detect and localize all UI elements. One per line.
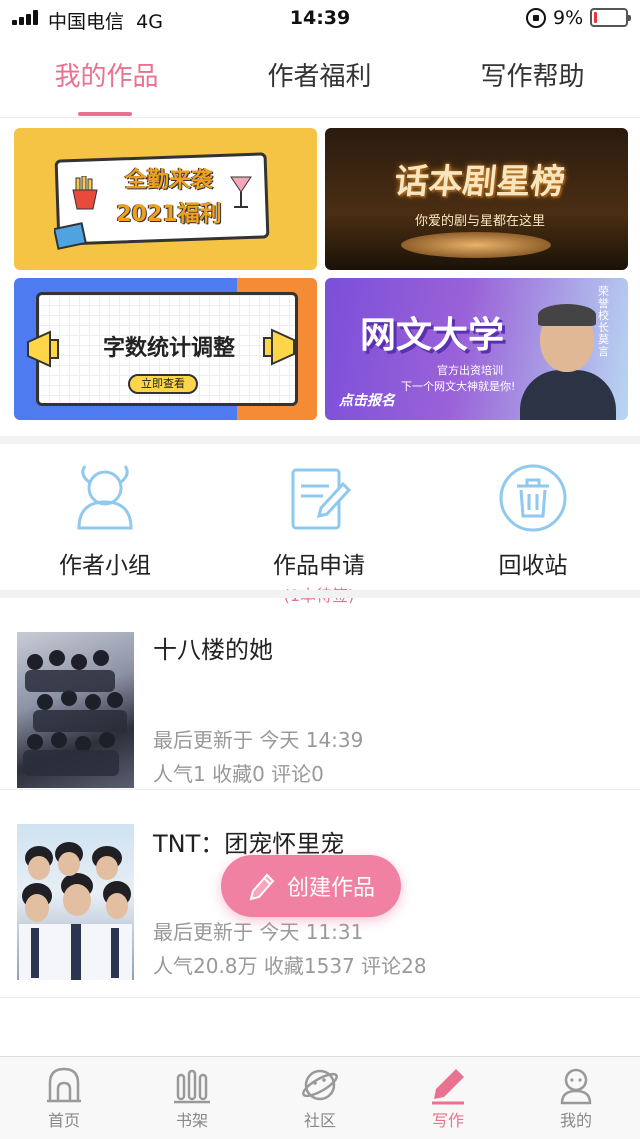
banner-title: 字数统计调整 [102, 336, 235, 361]
nav-write[interactable]: 写作 [384, 1065, 512, 1131]
author-group-icon [77, 465, 133, 530]
view-now-button[interactable]: 立即查看 [128, 374, 198, 394]
nav-label: 写作 [431, 1111, 464, 1130]
community-icon [302, 1069, 338, 1101]
nav-label: 书架 [175, 1111, 208, 1130]
banner-subtitle: 官方出资培训 [437, 364, 503, 377]
create-work-label: 创建作品 [286, 876, 375, 901]
recycle-bin-button[interactable]: 回收站 [443, 462, 623, 580]
work-application-button[interactable]: 作品申请 (1本待签) [229, 462, 409, 606]
portrait-hair [538, 304, 596, 326]
work-stats: 人气1 收藏0 评论0 [153, 762, 324, 786]
work-last-updated: 最后更新于 今天 11:31 [153, 920, 364, 944]
work-last-updated: 最后更新于 今天 14:39 [153, 728, 364, 752]
banner-attendance-bonus[interactable]: 全勤来袭 2021福利 [14, 128, 317, 270]
banner-subtitle-2: 下一个网文大神就是你! [401, 380, 516, 393]
banner-subtitle: 你爱的剧与星都在这里 [414, 214, 545, 229]
work-cover [17, 824, 134, 980]
cover-illustration [23, 650, 127, 776]
bottom-nav: 首页 书架 社区 写作 我的 [0, 1056, 640, 1139]
work-title: TNT：团宠怀里宠 [153, 830, 345, 858]
nav-label: 我的 [559, 1111, 592, 1130]
work-application-icon [291, 468, 352, 530]
active-tab-indicator [78, 112, 132, 116]
write-icon [432, 1069, 464, 1105]
work-title: 十八楼的她 [153, 636, 273, 664]
nav-community[interactable]: 社区 [256, 1065, 384, 1131]
trash-icon [499, 464, 567, 532]
battery-icon [590, 8, 631, 27]
nav-label: 首页 [47, 1111, 80, 1130]
banner-title: 话本剧星榜 [392, 162, 567, 202]
banner-title: 网文大学 [359, 315, 504, 356]
author-group-button[interactable]: 作者小组 [15, 462, 195, 580]
banner-grid: 全勤来袭 2021福利 话本剧星榜 你爱的剧与星都在这里 字数统计调整 立即查看 [0, 118, 640, 436]
nav-bookshelf[interactable]: 书架 [128, 1065, 256, 1131]
list-item[interactable]: 十八楼的她 最后更新于 今天 14:39 人气1 收藏0 评论0 [0, 598, 640, 790]
portrait-suit [520, 370, 616, 420]
profile-icon [560, 1068, 592, 1105]
create-work-button[interactable]: 创建作品 [221, 855, 401, 917]
banner-word-count[interactable]: 字数统计调整 立即查看 [14, 278, 317, 420]
tab-author-benefits[interactable]: 作者福利 [213, 56, 426, 93]
banner-star-ranking[interactable]: 话本剧星榜 你爱的剧与星都在这里 [325, 128, 628, 270]
home-icon [47, 1067, 81, 1103]
work-stats: 人气20.8万 收藏1537 评论28 [153, 954, 427, 978]
banner-vertical-text: 荣誉校长 莫言 [598, 285, 609, 358]
work-cover [17, 632, 134, 788]
section-divider [0, 436, 640, 444]
quick-actions: 作者小组 作品申请 (1本待签) 回收站 [0, 444, 640, 605]
book-icon [54, 222, 87, 250]
section-divider [0, 590, 640, 598]
tab-my-works[interactable]: 我的作品 [0, 56, 213, 93]
battery-percent: 9% [553, 7, 584, 29]
stage-graphic [401, 232, 551, 258]
bookshelf-icon [174, 1069, 210, 1104]
signup-link[interactable]: 点击报名 [339, 390, 395, 410]
nav-home[interactable]: 首页 [0, 1065, 128, 1131]
tab-writing-help[interactable]: 写作帮助 [426, 56, 639, 93]
pencil-icon [249, 873, 275, 901]
nav-label: 社区 [303, 1111, 336, 1130]
quick-action-label: 作品申请 [273, 553, 365, 579]
status-bar: 中国电信 4G 14:39 9% [0, 0, 640, 36]
top-tabs: 我的作品 作者福利 写作帮助 [0, 36, 640, 118]
rotation-lock-icon [526, 8, 546, 28]
cover-illustration [19, 842, 132, 980]
banner-web-novel-university[interactable]: 网文大学 官方出资培训 下一个网文大神就是你! 点击报名 荣誉校长 莫言 [325, 278, 628, 420]
quick-action-label: 作者小组 [59, 553, 151, 579]
quick-action-label: 回收站 [498, 553, 568, 579]
glass-icon [230, 176, 252, 208]
fries-icon [72, 176, 98, 210]
nav-profile[interactable]: 我的 [512, 1065, 640, 1131]
